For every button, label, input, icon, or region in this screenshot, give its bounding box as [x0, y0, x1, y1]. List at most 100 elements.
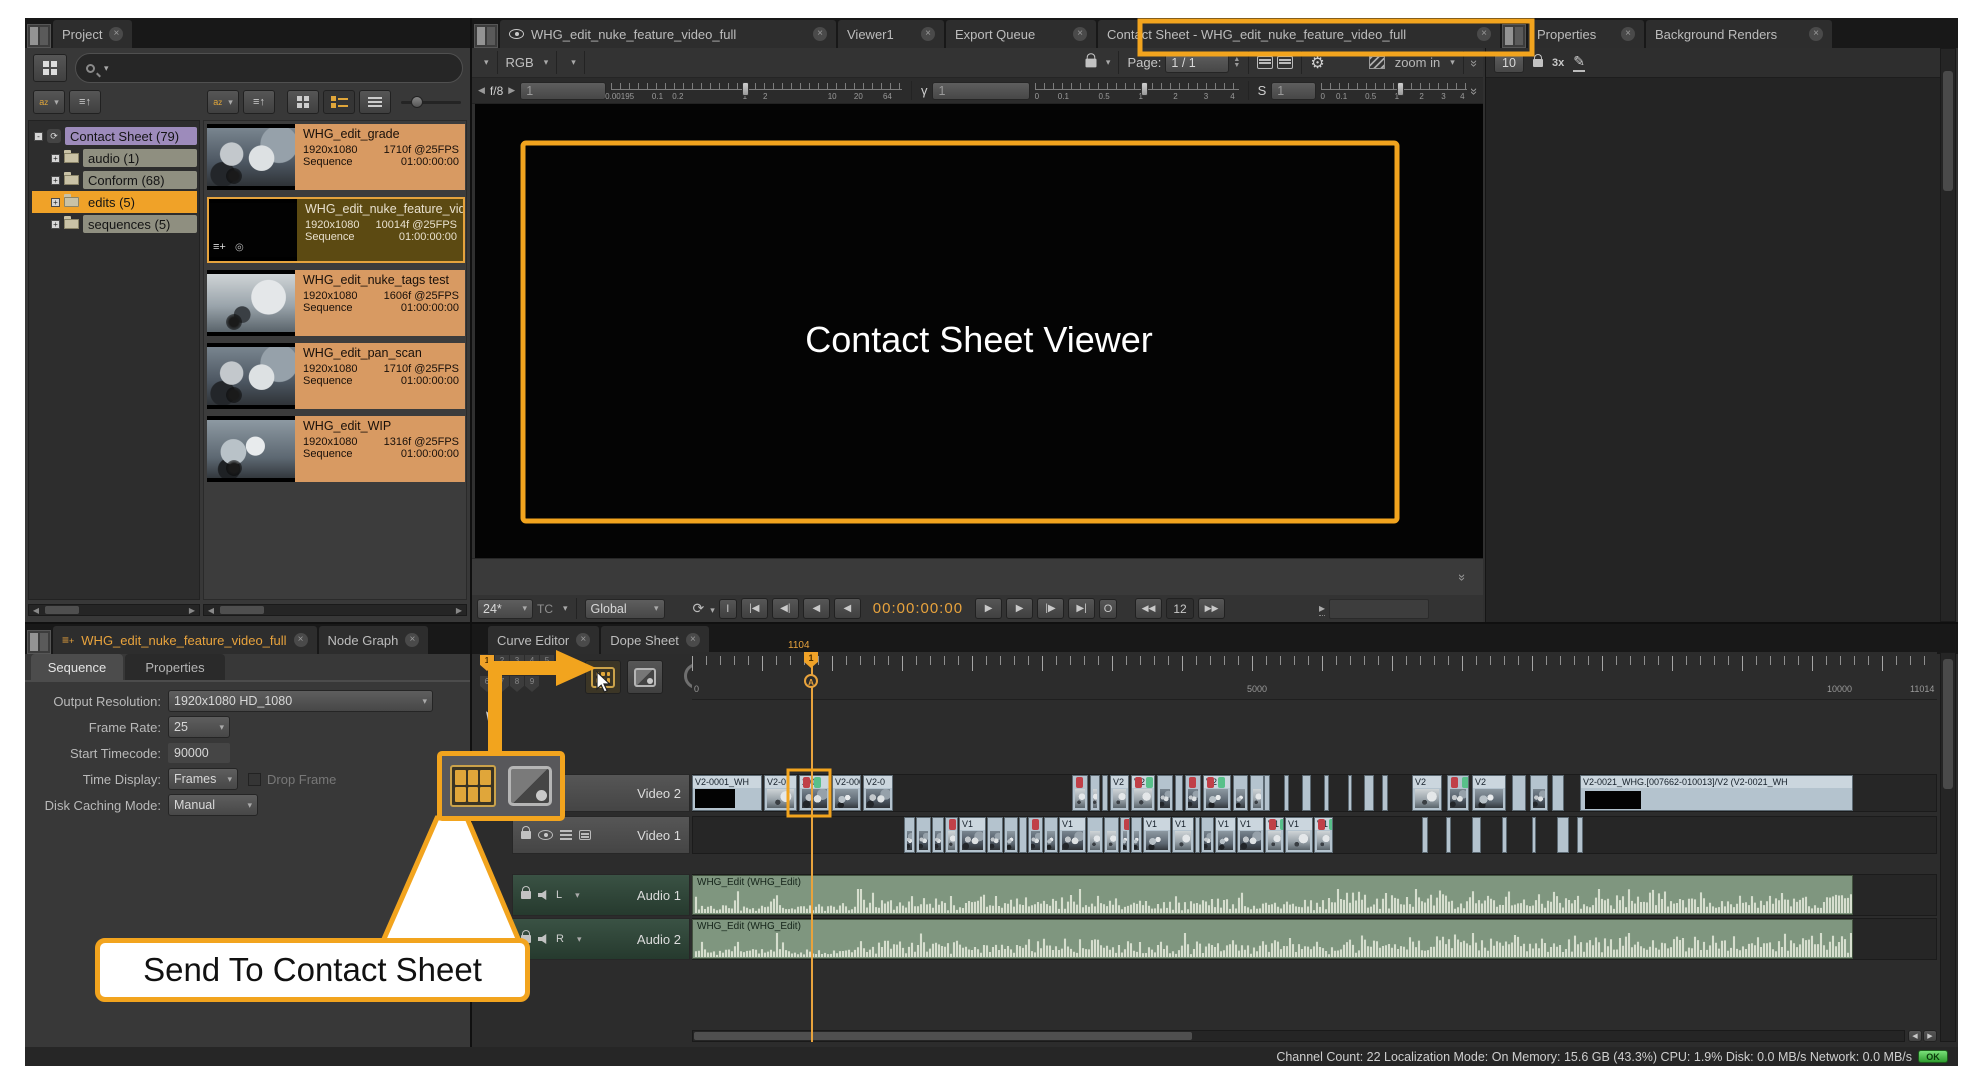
timeline-clip[interactable]: V2: [1472, 775, 1506, 811]
slider-knob[interactable]: [411, 96, 423, 108]
timeline-clip[interactable]: V1: [1172, 817, 1194, 853]
goto-start-button[interactable]: |◀: [741, 598, 768, 619]
tree-expander-icon[interactable]: +: [51, 220, 60, 229]
timeline-clip[interactable]: V2-0: [863, 775, 893, 811]
view-list-button[interactable]: [359, 90, 391, 114]
lock-icon[interactable]: [521, 891, 531, 899]
prev-icon[interactable]: ◀: [478, 85, 485, 96]
collapse-icon[interactable]: »: [1467, 88, 1482, 93]
next-icon[interactable]: ▶: [508, 85, 515, 96]
timeline-clip[interactable]: [932, 817, 944, 853]
pane-split-icon[interactable]: [474, 24, 498, 48]
timeline-clip[interactable]: [1019, 817, 1027, 853]
timeline-clip[interactable]: V2-0001_WH: [692, 775, 762, 811]
viewer-tab-2[interactable]: Export Queue×: [946, 20, 1096, 48]
tag-marker-7[interactable]: 7: [495, 676, 509, 692]
chevron-down-icon[interactable]: ▾: [484, 57, 489, 68]
tag-marker-5[interactable]: 5: [540, 655, 554, 671]
close-icon[interactable]: ×: [405, 633, 419, 647]
viewer-tab-3[interactable]: Contact Sheet - WHG_edit_nuke_feature_vi…: [1098, 20, 1500, 48]
close-icon[interactable]: ×: [813, 27, 827, 41]
clip-card[interactable]: WHG_edit_grade1920x10801710f @25FPSSeque…: [207, 124, 465, 190]
viewer-tab-0[interactable]: WHG_edit_nuke_feature_video_full×: [500, 20, 836, 48]
tree-expander-icon[interactable]: -: [34, 132, 43, 141]
audio-clip[interactable]: WHG_Edit (WHG_Edit): [692, 875, 1853, 915]
viewer-canvas[interactable]: Contact Sheet Viewer: [475, 104, 1483, 558]
pane-split-icon[interactable]: [1502, 24, 1526, 48]
playhead-a-badge[interactable]: A: [804, 674, 818, 688]
loop-icon[interactable]: ⟳▾: [693, 600, 715, 617]
timeline-clip[interactable]: [1364, 775, 1374, 811]
lock-icon[interactable]: [521, 831, 531, 839]
close-icon[interactable]: ×: [576, 633, 590, 647]
timeline-clip[interactable]: [1552, 775, 1564, 811]
timeline-clip[interactable]: V2-0021_WHG.[007662-010013]/V2 (V2-0021_…: [1580, 775, 1853, 811]
timeline-clip[interactable]: [1044, 817, 1058, 853]
tag-marker-6[interactable]: 6: [480, 676, 494, 692]
close-icon[interactable]: ×: [109, 27, 123, 41]
list-sort-az-button[interactable]: az▾: [207, 90, 239, 114]
slider-knob[interactable]: [1397, 82, 1404, 96]
step-back-button[interactable]: ◀: [834, 598, 861, 619]
scroll-left-button[interactable]: ◀: [1908, 1030, 1922, 1042]
timeline-clip[interactable]: [1195, 817, 1200, 853]
timeline-clip[interactable]: [1233, 775, 1248, 811]
chevron-down-icon[interactable]: ▾: [571, 57, 576, 68]
tab-sequence-editor[interactable]: ≡+ WHG_edit_nuke_feature_video_full ×: [53, 626, 317, 654]
timeline-clip[interactable]: V1: [1143, 817, 1171, 853]
close-icon[interactable]: ×: [921, 27, 935, 41]
timeline-clip[interactable]: [1422, 817, 1428, 853]
play-button[interactable]: ▶: [975, 598, 1002, 619]
timeline-clip[interactable]: [1472, 817, 1481, 853]
timeline-clip[interactable]: V1: [1265, 817, 1284, 853]
gain-input[interactable]: 1: [520, 82, 606, 100]
auto-contact-sheet-button[interactable]: [627, 660, 663, 694]
field-input-2[interactable]: 90000: [168, 743, 230, 763]
pane-split-icon[interactable]: [27, 24, 51, 48]
bin-tree-hscrollbar[interactable]: ◀▶: [28, 604, 200, 616]
gamma-slider[interactable]: 00.10.51234: [1035, 80, 1239, 102]
layers-icon[interactable]: [560, 830, 572, 840]
timeline-clip[interactable]: V2: [1131, 775, 1155, 811]
viewer-tab-5[interactable]: Background Renders×: [1646, 20, 1832, 48]
list-sort-order-button[interactable]: ≡↑: [243, 90, 275, 114]
tree-expander-icon[interactable]: +: [51, 154, 60, 163]
timeline-clip[interactable]: [1102, 775, 1108, 811]
bin-item[interactable]: +audio (1): [51, 147, 197, 169]
razor-tool-icon[interactable]: ✂: [482, 898, 493, 914]
timeline-clip[interactable]: [904, 817, 915, 853]
playhead-line[interactable]: [811, 652, 813, 1042]
timeline-clip[interactable]: [916, 817, 931, 853]
chevron-down-icon[interactable]: ▾: [544, 57, 549, 68]
speaker-icon[interactable]: [538, 934, 549, 944]
timeline-clip[interactable]: [1324, 775, 1329, 811]
timeline-clip[interactable]: [1028, 817, 1043, 853]
clip-card[interactable]: ≡+◎WHG_edit_nuke_feature_video_full1920x…: [207, 197, 465, 263]
mark-in-button[interactable]: I: [719, 599, 737, 619]
bin-item[interactable]: +edits (5): [32, 191, 197, 213]
page-input[interactable]: 1 / 1: [1165, 53, 1229, 73]
channel-select[interactable]: L: [556, 889, 562, 901]
chevron-down-icon[interactable]: ▾: [563, 603, 568, 614]
chevron-down-icon[interactable]: ▾: [1450, 57, 1455, 68]
lock-icon[interactable]: [1085, 58, 1096, 67]
collapse-icon[interactable]: »: [1455, 574, 1470, 579]
timeline-clip[interactable]: [1512, 775, 1526, 811]
track-header-audio-1[interactable]: L▾Audio 1: [512, 874, 690, 916]
field-select-3[interactable]: Frames▾: [168, 768, 238, 790]
subtab-properties[interactable]: Properties: [125, 654, 225, 680]
timeline-clip[interactable]: [1446, 817, 1451, 853]
timeline-clip[interactable]: V1: [959, 817, 986, 853]
close-icon[interactable]: ×: [294, 633, 308, 647]
step-down-button[interactable]: ◀◀: [1135, 598, 1162, 619]
timeline-clip[interactable]: [1072, 775, 1088, 811]
gamma-input[interactable]: 1: [932, 82, 1029, 100]
clip-card[interactable]: WHG_edit_pan_scan1920x10801710f @25FPSSe…: [207, 343, 465, 409]
timeline-clip[interactable]: [1131, 817, 1142, 853]
timeline-clip[interactable]: [1157, 775, 1173, 811]
subtab-sequence[interactable]: Sequence: [31, 654, 123, 680]
timeline-ruler[interactable]: 05000100001101411041A: [692, 652, 1937, 700]
viewer-tab-4[interactable]: Properties×: [1528, 20, 1644, 48]
timeline-clip[interactable]: [1004, 817, 1018, 853]
collapse-icon[interactable]: »: [1467, 60, 1482, 65]
